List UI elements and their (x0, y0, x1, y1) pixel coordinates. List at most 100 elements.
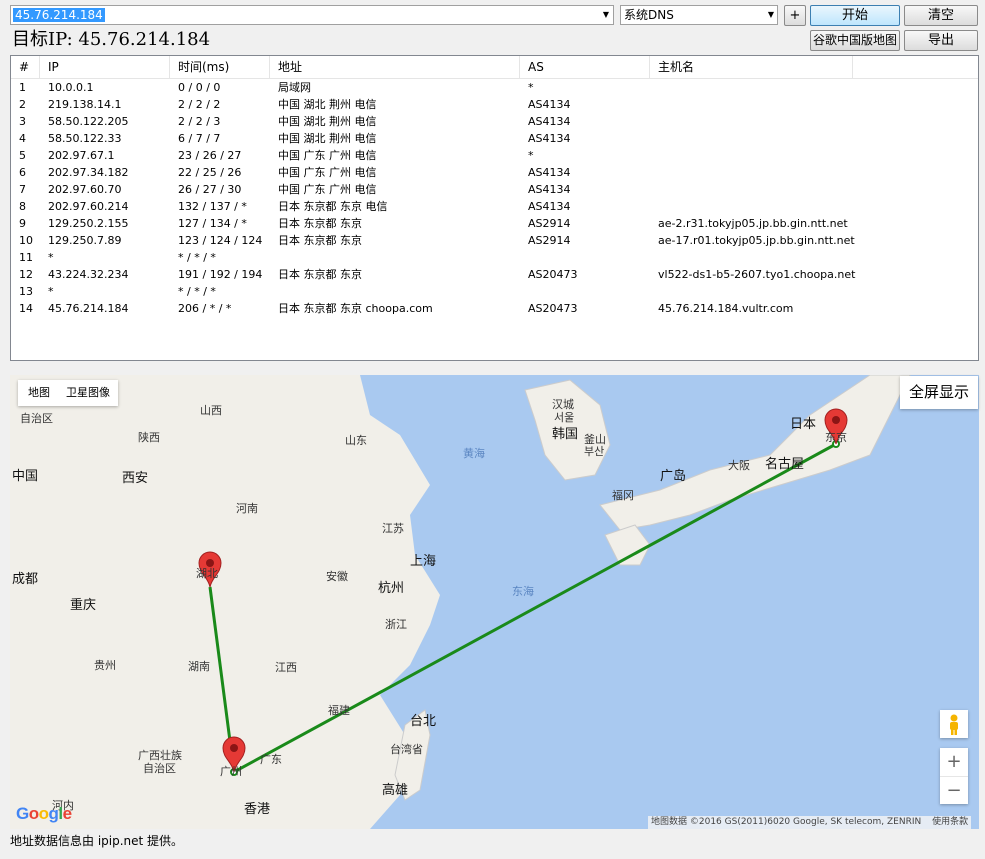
google-china-map-button[interactable]: 谷歌中国版地图 (810, 30, 900, 51)
target-input-text[interactable]: 45.76.214.184 (13, 8, 105, 22)
table-header: # IP 时间(ms) 地址 AS 主机名 (11, 56, 978, 79)
attribution-text: 地图数据 ©2016 GS(2011)6020 Google, SK telec… (651, 817, 922, 827)
cell-index: 6 (19, 166, 26, 179)
cell-as: AS4134 (528, 132, 571, 145)
route-map[interactable]: 山西 自治区 陕西 山东 西安 河南 江苏 上海 安徽 杭州 成都 重庆 湖南 … (10, 375, 979, 829)
add-dns-button[interactable]: + (784, 5, 806, 26)
cell-hostname (650, 113, 853, 130)
export-button[interactable]: 导出 (904, 30, 978, 51)
table-row[interactable]: 6 202.97.34.182 22 / 25 / 26 中国 广东 广州 电信 AS4… (11, 164, 978, 181)
cell-index: 3 (19, 115, 26, 128)
map-label-hiroshima: 广岛 (660, 469, 687, 484)
cell-index: 10 (19, 234, 33, 247)
cell-address (270, 283, 520, 300)
table-row[interactable]: 13 * * / * / * (11, 283, 978, 300)
target-input-combo[interactable]: 45.76.214.184 ▼ (10, 5, 614, 25)
cell-time: 123 / 124 / 124 (178, 234, 263, 247)
cell-address: 中国 广东 广州 电信 (278, 166, 377, 179)
map-label-anhui: 安徽 (326, 570, 348, 583)
street-view-pegman-icon[interactable] (940, 710, 968, 738)
cell-address: 日本 东京都 东京 (278, 234, 362, 247)
clear-button[interactable]: 清空 (904, 5, 978, 26)
cell-as: AS4134 (528, 115, 571, 128)
map-label-shanxi: 山西 (200, 404, 222, 417)
map-label-china: 中国 (12, 469, 39, 484)
column-header-as[interactable]: AS (520, 56, 650, 78)
map-label-hongkong: 香港 (244, 802, 271, 817)
chevron-down-icon[interactable]: ▼ (768, 9, 774, 21)
column-header-hostname[interactable]: 主机名 (650, 56, 853, 78)
table-row[interactable]: 14 45.76.214.184 206 / * / * 日本 东京都 东京 choo… (11, 300, 978, 317)
fullscreen-button[interactable]: 全屏显示 (900, 376, 978, 409)
map-label-henan: 河南 (236, 502, 258, 515)
cell-as: AS2914 (528, 217, 571, 230)
map-type-control: 地图 卫星图像 (18, 380, 118, 406)
table-row[interactable]: 9 129.250.2.155 127 / 134 / * 日本 东京都 东京 AS29… (11, 215, 978, 232)
cell-address: 日本 东京都 东京 电信 (278, 200, 388, 213)
table-row[interactable]: 7 202.97.60.70 26 / 27 / 30 中国 广东 广州 电信 AS41… (11, 181, 978, 198)
table-row[interactable]: 1 10.0.0.1 0 / 0 / 0 局域网 * (11, 79, 978, 96)
table-row[interactable]: 10 129.250.7.89 123 / 124 / 124 日本 东京都 东京 AS… (11, 232, 978, 249)
map-label-xian: 西安 (122, 471, 149, 486)
zoom-in-button[interactable]: + (940, 748, 968, 776)
map-label-korea: 韩国 (552, 427, 579, 442)
cell-as: AS20473 (528, 268, 578, 281)
table-row[interactable]: 4 58.50.122.33 6 / 7 / 7 中国 湖北 荆州 电信 AS4134 (11, 130, 978, 147)
cell-address: 日本 东京都 东京 (278, 217, 362, 230)
column-header-time[interactable]: 时间(ms) (170, 56, 270, 78)
cell-ip: 45.76.214.184 (48, 302, 129, 315)
cell-index: 9 (19, 217, 26, 230)
cell-index: 8 (19, 200, 26, 213)
cell-ip: 129.250.2.155 (48, 217, 129, 230)
cell-ip: 202.97.60.70 (48, 183, 122, 196)
cell-time: 127 / 134 / * (178, 217, 247, 230)
chevron-down-icon[interactable]: ▼ (601, 9, 611, 21)
column-header-ip[interactable]: IP (40, 56, 170, 78)
google-logo: Google (16, 804, 72, 823)
cell-time: 206 / * / * (178, 302, 232, 315)
map-type-map-tab[interactable]: 地图 (28, 384, 50, 402)
cell-hostname (650, 96, 853, 113)
map-label-chongqing: 重庆 (70, 598, 97, 613)
hops-table[interactable]: # IP 时间(ms) 地址 AS 主机名 1 10.0.0.1 0 / 0 / 0… (10, 55, 979, 361)
cell-address: 日本 东京都 东京 (278, 268, 362, 281)
table-row[interactable]: 5 202.97.67.1 23 / 26 / 27 中国 广东 广州 电信 * (11, 147, 978, 164)
cell-index: 4 (19, 132, 26, 145)
table-row[interactable]: 3 58.50.122.205 2 / 2 / 3 中国 湖北 荆州 电信 AS4134 (11, 113, 978, 130)
map-label-shandong: 山东 (345, 434, 367, 447)
cell-time: 132 / 137 / * (178, 200, 247, 213)
terms-link[interactable]: 使用条款 (932, 817, 968, 827)
cell-time: 22 / 25 / 26 (178, 166, 242, 179)
table-row[interactable]: 2 219.138.14.1 2 / 2 / 2 中国 湖北 荆州 电信 AS4134 (11, 96, 978, 113)
cell-hostname (650, 198, 853, 215)
cell-index: 5 (19, 149, 26, 162)
cell-time: 26 / 27 / 30 (178, 183, 242, 196)
map-label-fukuoka: 福冈 (612, 489, 634, 502)
map-label-osaka: 大阪 (728, 459, 750, 472)
cell-ip: 202.97.60.214 (48, 200, 129, 213)
map-label-guangdong: 广东 (260, 753, 282, 766)
column-header-index[interactable]: # (11, 56, 40, 78)
cell-address: 日本 东京都 东京 choopa.com (278, 302, 433, 315)
cell-index: 11 (19, 251, 33, 264)
cell-ip: 10.0.0.1 (48, 81, 94, 94)
cell-hostname (650, 147, 853, 164)
table-row[interactable]: 8 202.97.60.214 132 / 137 / * 日本 东京都 东京 电信 A… (11, 198, 978, 215)
cell-hostname (650, 79, 853, 96)
cell-as: AS4134 (528, 183, 571, 196)
cell-ip: 202.97.34.182 (48, 166, 129, 179)
cell-index: 7 (19, 183, 26, 196)
map-type-satellite-tab[interactable]: 卫星图像 (66, 384, 110, 402)
cell-hostname (650, 283, 853, 300)
table-row[interactable]: 11 * * / * / * (11, 249, 978, 266)
zoom-out-button[interactable]: − (940, 776, 968, 805)
zoom-control: + − (940, 748, 968, 804)
start-button[interactable]: 开始 (810, 5, 900, 26)
map-label-jiangxi: 江西 (275, 661, 297, 674)
cell-as: * (528, 149, 534, 162)
dns-select[interactable]: 系统DNS ▼ (620, 5, 778, 25)
table-row[interactable]: 12 43.224.32.234 191 / 192 / 194 日本 东京都 东京 A… (11, 266, 978, 283)
column-header-address[interactable]: 地址 (270, 56, 520, 78)
target-ip-label: 目标IP: 45.76.214.184 (12, 29, 211, 50)
map-label-east-china-sea: 东海 (512, 585, 534, 598)
